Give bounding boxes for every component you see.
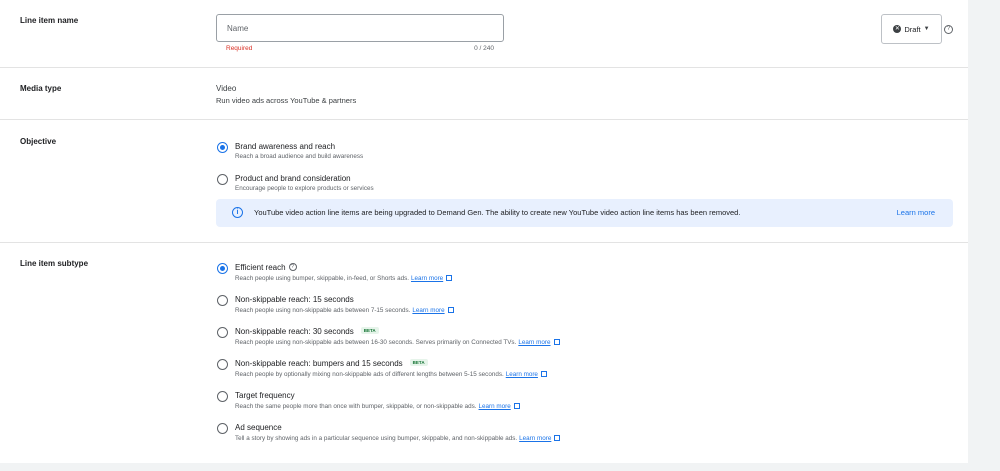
help-icon[interactable]: ?	[288, 263, 297, 271]
objective-option-description: Reach a broad audience and build awarene…	[235, 153, 364, 160]
learn-more-link[interactable]: Learn more	[411, 275, 443, 282]
line-item-name-section: Line item name Required 0 / 240 ✕ Draft …	[0, 0, 968, 68]
media-type-value: Video	[216, 84, 237, 93]
learn-more-link[interactable]: Learn more	[518, 339, 550, 346]
objective-label: Objective	[20, 137, 57, 146]
learn-more-link[interactable]: Learn more	[519, 435, 551, 442]
demand-gen-notice: i YouTube video action line items are be…	[216, 199, 953, 227]
media-type-description: Run video ads across YouTube & partners	[216, 96, 357, 105]
external-link-icon	[553, 339, 560, 345]
line-item-name-label: Line item name	[20, 16, 79, 25]
external-link-icon	[447, 307, 454, 313]
subtype-option-title: Non-skippable reach: 30 seconds	[235, 327, 354, 336]
line-item-form: Line item name Required 0 / 240 ✕ Draft …	[0, 0, 968, 463]
subtype-option-description: Reach the same people more than once wit…	[235, 403, 477, 410]
beta-badge: BETA	[409, 359, 428, 367]
subtype-option-title: Non-skippable reach: bumpers and 15 seco…	[235, 359, 403, 368]
radio-unselected[interactable]	[217, 327, 228, 338]
radio-selected[interactable]	[217, 142, 228, 153]
subtype-option-title: Non-skippable reach: 15 seconds	[235, 295, 354, 304]
subtype-option-description: Reach people by optionally mixing non-sk…	[235, 371, 504, 378]
character-counter: 0 / 240	[474, 45, 494, 52]
subtype-section: Line item subtype	[0, 243, 968, 463]
objective-option-title: Brand awareness and reach	[235, 142, 336, 151]
required-error: Required	[226, 45, 253, 52]
notice-text: YouTube video action line items are bein…	[254, 208, 741, 217]
subtype-option-description: Reach people using non-skippable ads bet…	[235, 307, 411, 314]
radio-unselected[interactable]	[217, 391, 228, 402]
external-link-icon	[554, 435, 561, 441]
beta-badge: BETA	[360, 327, 379, 335]
radio-unselected[interactable]	[217, 423, 228, 434]
external-link-icon	[540, 371, 547, 377]
subtype-option-description: Reach people using non-skippable ads bet…	[235, 339, 517, 346]
subtype-option-title: Efficient reach	[235, 263, 286, 272]
caret-down-icon: ▼	[923, 26, 930, 32]
status-dropdown[interactable]: ✕ Draft ▼	[881, 14, 942, 44]
radio-selected[interactable]	[217, 263, 228, 274]
learn-more-link[interactable]: Learn more	[479, 403, 511, 410]
help-icon[interactable]: ?	[944, 25, 953, 34]
subtype-option-title: Target frequency	[235, 391, 295, 400]
subtype-option-description: Reach people using bumper, skippable, in…	[235, 275, 409, 282]
line-item-name-input[interactable]	[216, 14, 504, 42]
external-link-icon	[446, 275, 453, 281]
radio-unselected[interactable]	[217, 174, 228, 185]
notice-learn-more-link[interactable]: Learn more	[897, 208, 935, 217]
media-type-section: Media type	[0, 68, 968, 120]
info-icon: i	[232, 207, 243, 218]
learn-more-link[interactable]: Learn more	[506, 371, 538, 378]
subtype-option-title: Ad sequence	[235, 423, 282, 432]
radio-unselected[interactable]	[217, 295, 228, 306]
media-type-label: Media type	[20, 84, 62, 93]
radio-unselected[interactable]	[217, 359, 228, 370]
subtype-label: Line item subtype	[20, 259, 89, 268]
status-label: Draft	[904, 24, 921, 34]
subtype-option-description: Tell a story by showing ads in a particu…	[235, 435, 518, 442]
x-circle-icon: ✕	[893, 25, 902, 33]
objective-option-description: Encourage people to explore products or …	[235, 185, 374, 192]
objective-option-title: Product and brand consideration	[235, 174, 351, 183]
learn-more-link[interactable]: Learn more	[412, 307, 444, 314]
external-link-icon	[513, 403, 520, 409]
